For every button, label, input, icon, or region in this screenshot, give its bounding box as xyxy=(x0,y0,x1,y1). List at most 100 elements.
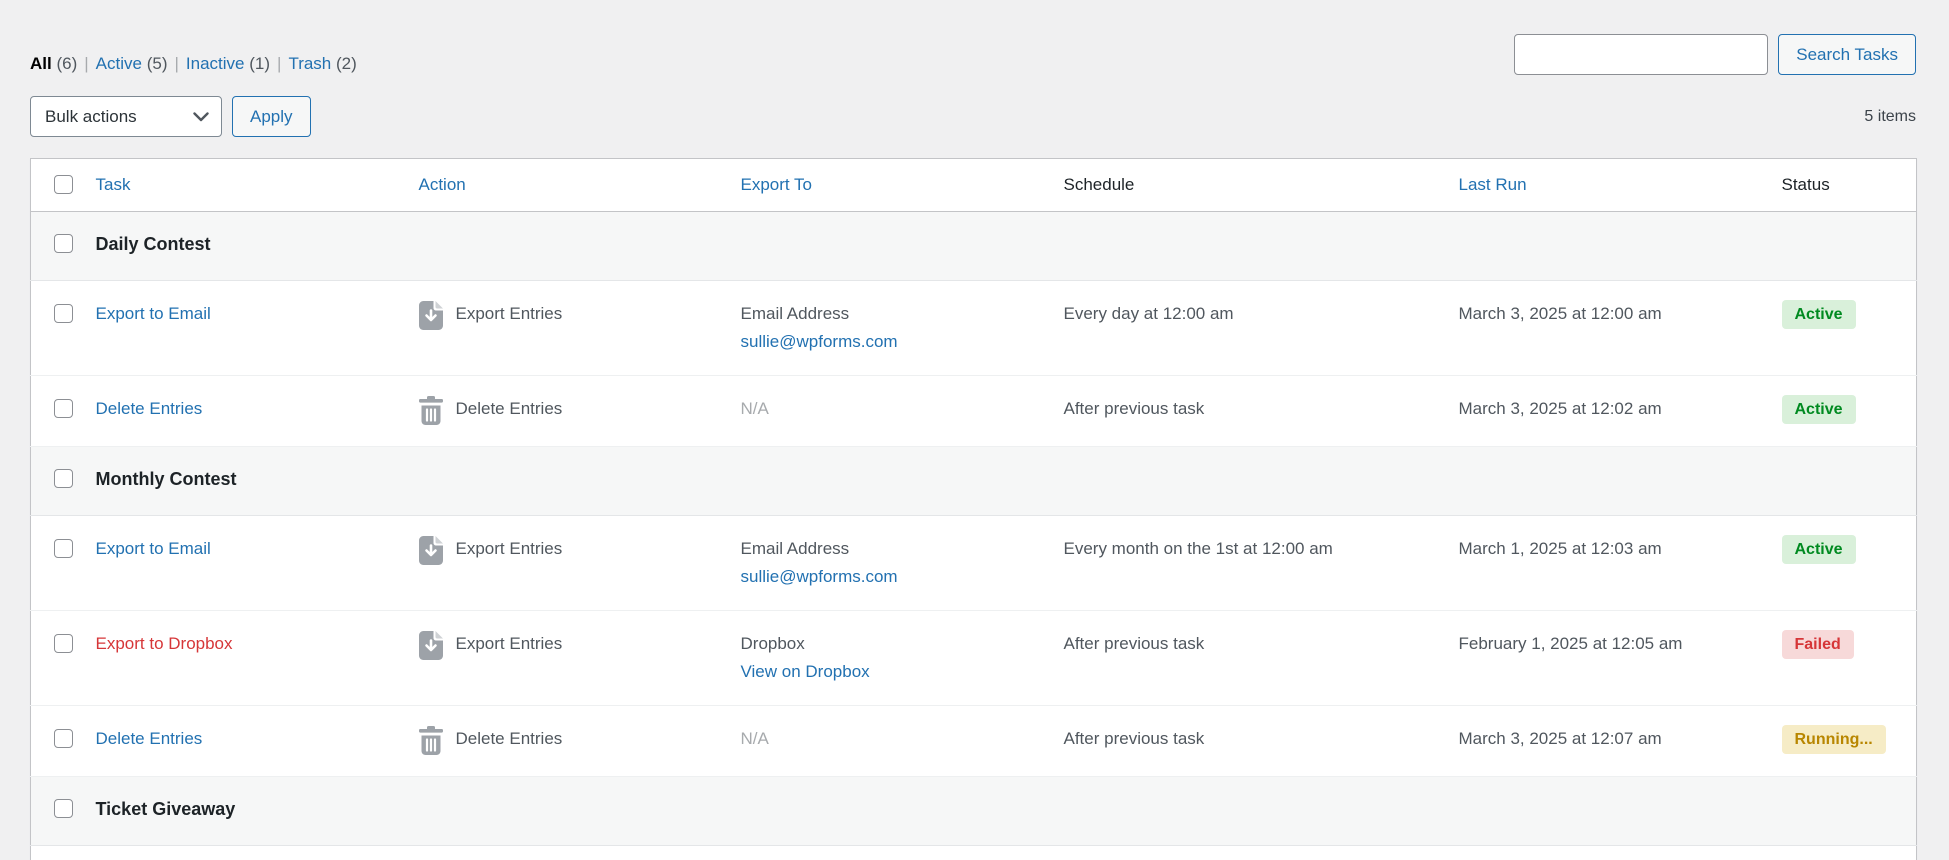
last-run-text: March 3, 2025 at 12:02 am xyxy=(1459,399,1662,418)
table-row: Delete Entries Delete Entries N/A After … xyxy=(31,376,1917,447)
schedule-text: After previous task xyxy=(1064,399,1205,418)
bulk-actions-selected-label: Bulk actions xyxy=(45,107,137,127)
bulk-actions-wrap: Bulk actions Apply xyxy=(30,96,311,137)
column-header-schedule: Schedule xyxy=(1054,159,1449,212)
last-run-text: March 3, 2025 at 12:07 am xyxy=(1459,729,1662,748)
chevron-down-icon xyxy=(193,112,209,122)
task-name-link[interactable]: Export to Dropbox xyxy=(96,634,233,653)
filter-separator: | xyxy=(84,54,88,73)
row-checkbox[interactable] xyxy=(54,539,73,558)
tasks-page: All (6) | Active (5) | Inactive (1) | Trash (2… xyxy=(0,0,1949,860)
group-title: Monthly Contest xyxy=(96,469,237,489)
filter-separator: | xyxy=(277,54,281,73)
export-to-primary: Email Address xyxy=(741,300,1044,328)
file-download-icon xyxy=(419,631,443,660)
group-title: Daily Contest xyxy=(96,234,211,254)
last-run-text: March 3, 2025 at 12:00 am xyxy=(1459,304,1662,323)
row-checkbox[interactable] xyxy=(54,399,73,418)
action-label: Export Entries xyxy=(456,630,563,658)
column-header-task[interactable]: Task xyxy=(86,159,409,212)
status-badge: Failed xyxy=(1782,630,1854,659)
schedule-text: Every day at 12:00 am xyxy=(1064,304,1234,323)
export-to-primary: Dropbox xyxy=(741,630,1044,658)
schedule-text: After previous task xyxy=(1064,729,1205,748)
select-all-checkbox[interactable] xyxy=(54,175,73,194)
action-label: Export Entries xyxy=(456,535,563,563)
row-checkbox[interactable] xyxy=(54,634,73,653)
filter-all-count: (6) xyxy=(56,54,77,73)
search-input[interactable] xyxy=(1514,34,1768,75)
row-checkbox[interactable] xyxy=(54,729,73,748)
row-checkbox[interactable] xyxy=(54,469,73,488)
sort-task-link[interactable]: Task xyxy=(96,175,131,194)
topbar: All (6) | Active (5) | Inactive (1) | Trash (2… xyxy=(30,0,1916,75)
filter-active-link[interactable]: Active xyxy=(96,54,142,73)
sort-action-link[interactable]: Action xyxy=(419,175,466,194)
column-header-status: Status xyxy=(1772,159,1917,212)
last-run-text: March 1, 2025 at 12:03 am xyxy=(1459,539,1662,558)
table-row: Delete Entries Delete Entries N/A After … xyxy=(31,706,1917,777)
export-to-primary: N/A xyxy=(741,729,769,748)
filter-trash-count: (2) xyxy=(336,54,357,73)
filter-all-label[interactable]: All xyxy=(30,54,52,73)
table-row: Export to Email Export Entries Email Add… xyxy=(31,516,1917,611)
column-header-last-run[interactable]: Last Run xyxy=(1449,159,1772,212)
group-row: Ticket Giveaway xyxy=(31,777,1917,846)
status-badge: Active xyxy=(1782,300,1856,329)
group-row: Monthly Contest xyxy=(31,447,1917,516)
action-label: Export Entries xyxy=(456,300,563,328)
filter-inactive[interactable]: Inactive (1) xyxy=(186,54,270,73)
sort-export-to-link[interactable]: Export To xyxy=(741,175,813,194)
tasks-table: Task Action Export To Schedule Last Run … xyxy=(30,158,1917,860)
trash-icon xyxy=(419,726,443,755)
column-header-export-to[interactable]: Export To xyxy=(731,159,1054,212)
status-badge: Active xyxy=(1782,535,1856,564)
export-to-primary: Email Address xyxy=(741,535,1044,563)
table-row: Entry Automation Task Export Entries Ema… xyxy=(31,846,1917,860)
bulk-actions-select[interactable]: Bulk actions xyxy=(30,96,222,137)
schedule-text: After previous task xyxy=(1064,634,1205,653)
filter-separator: | xyxy=(174,54,178,73)
action-label: Delete Entries xyxy=(456,395,563,423)
group-row: Daily Contest xyxy=(31,212,1917,281)
last-run-text: February 1, 2025 at 12:05 am xyxy=(1459,634,1683,653)
export-to-link[interactable]: sullie@wpforms.com xyxy=(741,328,1044,356)
filter-trash[interactable]: Trash (2) xyxy=(288,54,356,73)
action-label: Delete Entries xyxy=(456,725,563,753)
status-badge: Active xyxy=(1782,395,1856,424)
sort-last-run-link[interactable]: Last Run xyxy=(1459,175,1527,194)
status-badge: Running... xyxy=(1782,725,1886,754)
filter-active-count: (5) xyxy=(147,54,168,73)
filter-inactive-count: (1) xyxy=(249,54,270,73)
task-name-link[interactable]: Export to Email xyxy=(96,304,211,323)
group-title: Ticket Giveaway xyxy=(96,799,236,819)
table-body: Daily Contest Export to Email Export Ent… xyxy=(31,212,1917,860)
search-form: Search Tasks xyxy=(1514,34,1916,75)
schedule-text: Every month on the 1st at 12:00 am xyxy=(1064,539,1333,558)
task-name-link[interactable]: Export to Email xyxy=(96,539,211,558)
file-download-icon xyxy=(419,301,443,330)
row-checkbox[interactable] xyxy=(54,799,73,818)
filter-all[interactable]: All (6) xyxy=(30,54,77,73)
actions-row: Bulk actions Apply 5 items xyxy=(30,96,1916,137)
export-to-link[interactable]: sullie@wpforms.com xyxy=(741,563,1044,591)
item-count: 5 items xyxy=(1864,108,1916,126)
export-to-link[interactable]: View on Dropbox xyxy=(741,658,1044,686)
export-to-primary: N/A xyxy=(741,399,769,418)
trash-icon xyxy=(419,396,443,425)
filter-trash-link[interactable]: Trash xyxy=(288,54,331,73)
row-checkbox[interactable] xyxy=(54,304,73,323)
search-tasks-button[interactable]: Search Tasks xyxy=(1778,34,1916,75)
apply-button[interactable]: Apply xyxy=(232,96,311,137)
status-filter-list: All (6) | Active (5) | Inactive (1) | Trash (2… xyxy=(30,54,357,74)
task-name-link[interactable]: Delete Entries xyxy=(96,399,203,418)
file-download-icon xyxy=(419,536,443,565)
column-header-action[interactable]: Action xyxy=(409,159,731,212)
table-row: Export to Dropbox Export Entries Dropbox… xyxy=(31,611,1917,706)
table-row: Export to Email Export Entries Email Add… xyxy=(31,281,1917,376)
task-name-link[interactable]: Delete Entries xyxy=(96,729,203,748)
row-checkbox[interactable] xyxy=(54,234,73,253)
filter-inactive-link[interactable]: Inactive xyxy=(186,54,245,73)
table-header: Task Action Export To Schedule Last Run … xyxy=(31,159,1917,212)
filter-active[interactable]: Active (5) xyxy=(96,54,168,73)
